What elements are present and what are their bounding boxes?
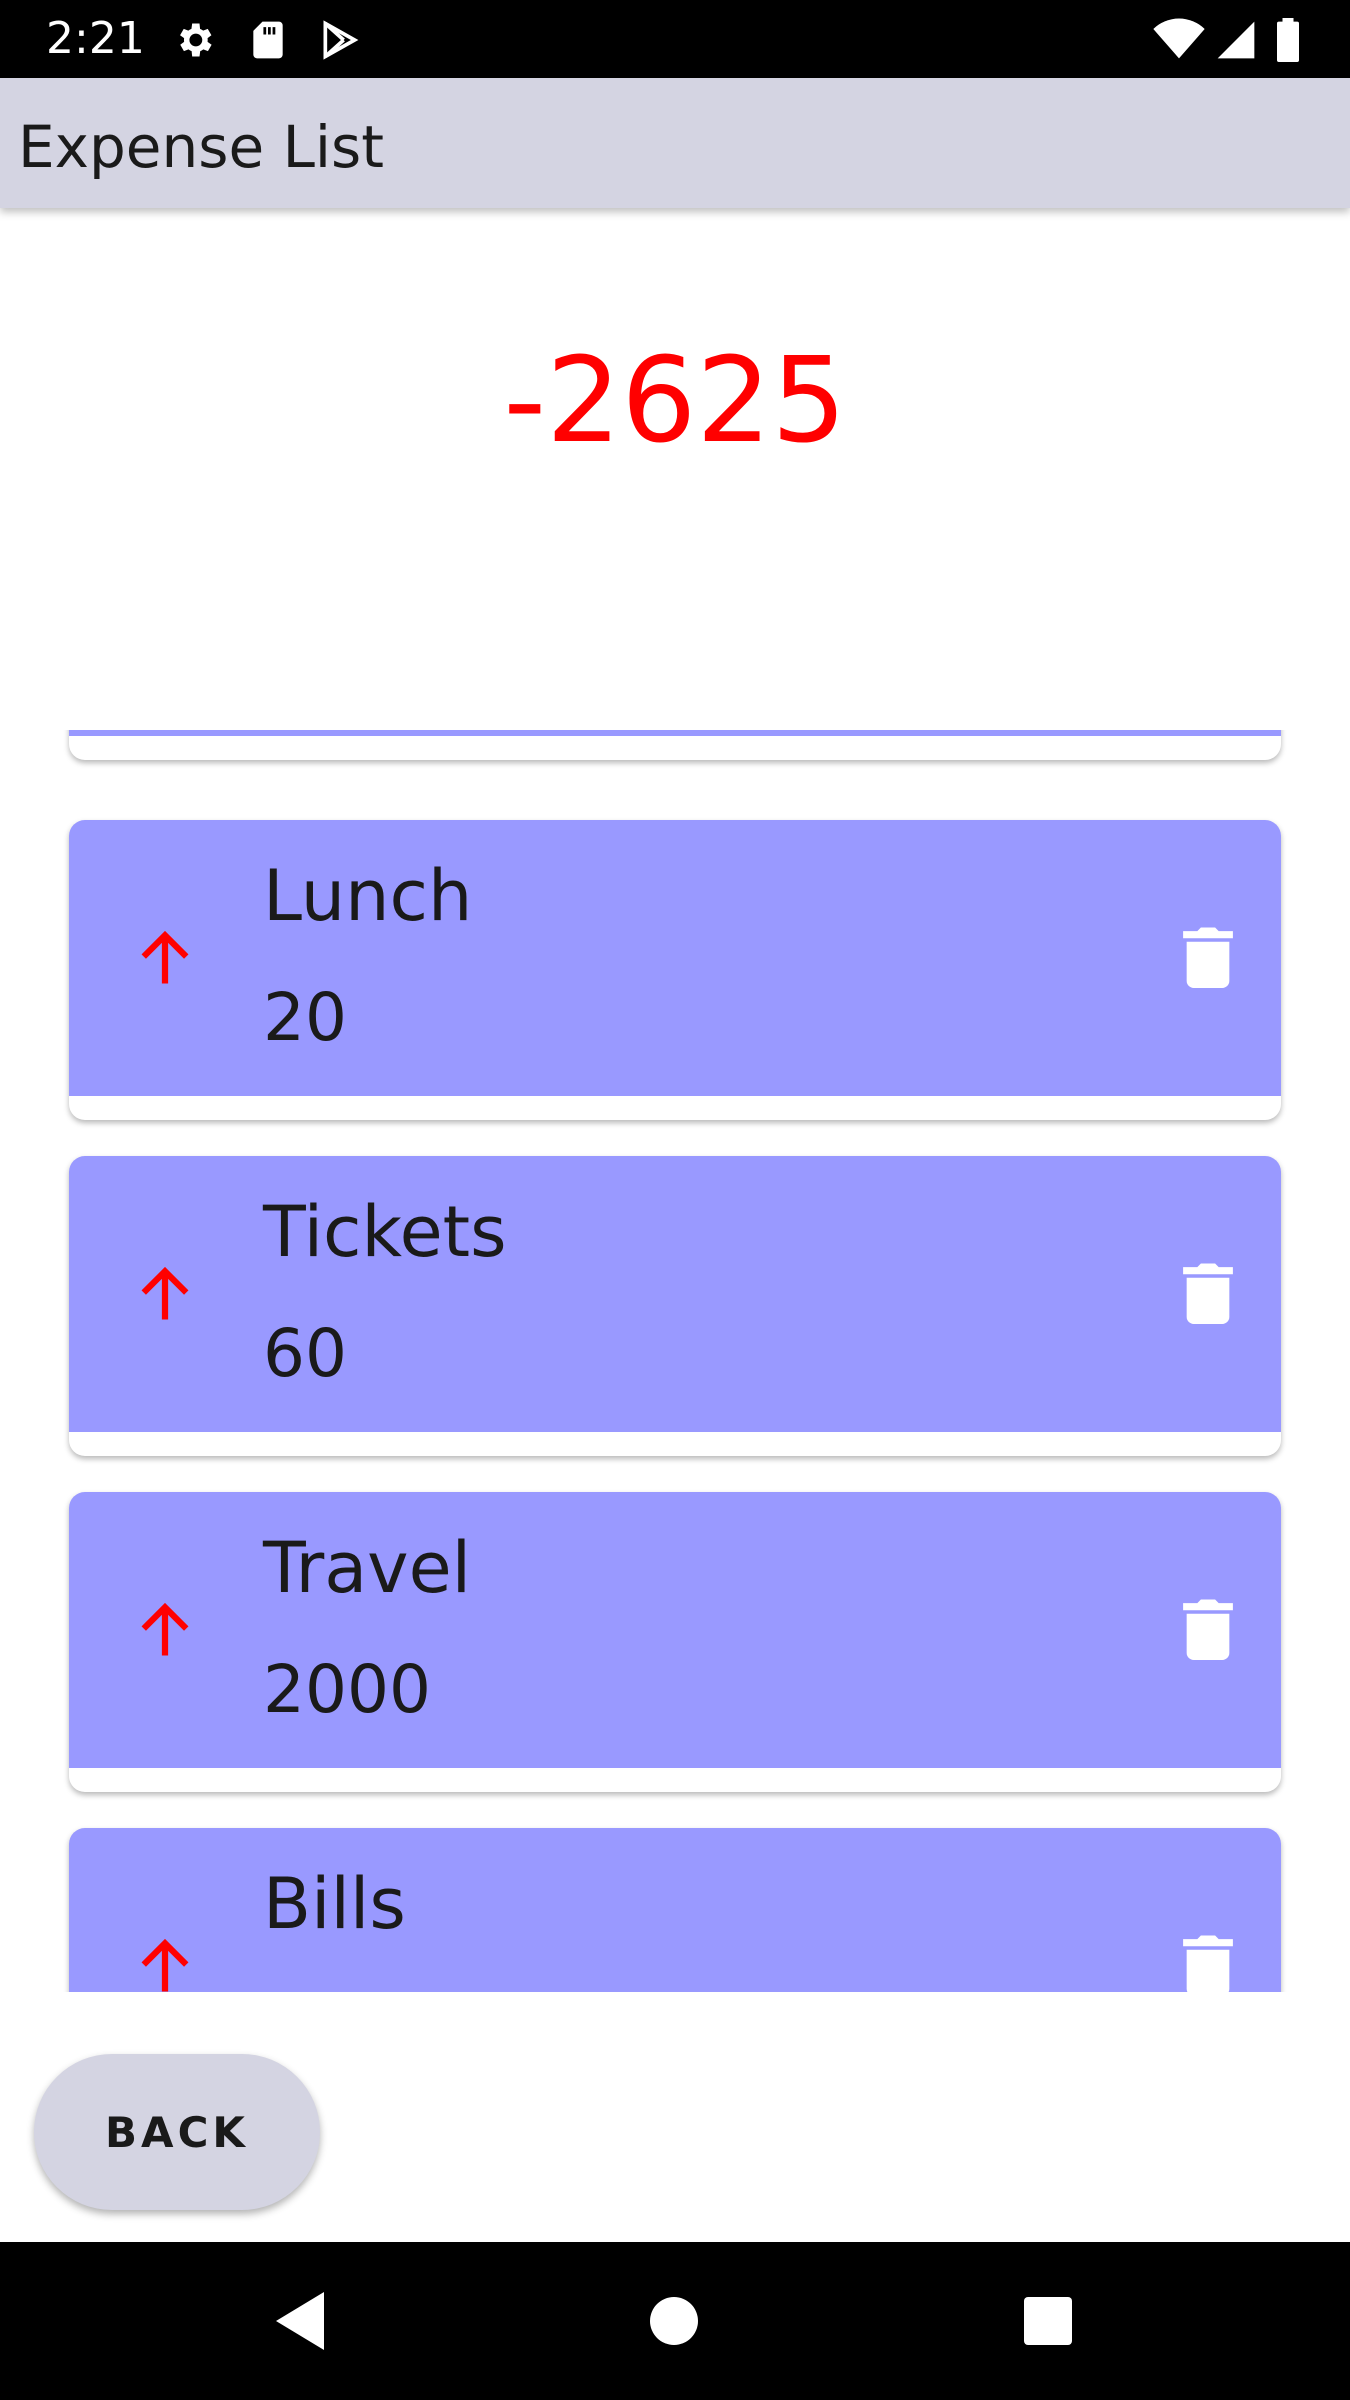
app-bar: Expense List	[0, 78, 1350, 208]
nav-back-icon[interactable]	[262, 2242, 342, 2400]
status-bar: 2:21	[0, 0, 1350, 78]
gear-icon	[180, 23, 212, 57]
page-title: Expense List	[18, 113, 384, 181]
expense-card[interactable]: Bills	[69, 1828, 1281, 1992]
nav-recents-icon[interactable]	[1008, 2242, 1088, 2400]
arrow-up-icon	[141, 930, 189, 984]
expense-card[interactable]: Travel 2000	[69, 1492, 1281, 1792]
nav-home-icon[interactable]	[634, 2242, 714, 2400]
arrow-up-icon	[141, 1938, 189, 1992]
expense-card[interactable]: Lunch 20	[69, 820, 1281, 1120]
play-store-icon	[323, 20, 359, 60]
expense-list[interactable]: Lunch 20 Tickets 60 Travel 2000 Bills	[0, 730, 1350, 1992]
expense-name: Lunch	[263, 855, 473, 937]
expense-card[interactable]: Tickets 60	[69, 1156, 1281, 1456]
expense-card-body	[69, 730, 1281, 736]
expense-card-body: Travel 2000	[69, 1492, 1281, 1768]
expense-amount: 20	[263, 979, 347, 1056]
total-balance: -2625	[503, 331, 847, 469]
delete-icon[interactable]	[1183, 1932, 1233, 1992]
sd-card-icon	[253, 21, 283, 59]
expense-card-body: Tickets 60	[69, 1156, 1281, 1432]
expense-card[interactable]	[69, 730, 1281, 760]
delete-icon[interactable]	[1183, 1596, 1233, 1660]
system-nav-bar	[0, 2242, 1350, 2400]
arrow-up-icon	[141, 1602, 189, 1656]
wifi-icon	[1153, 18, 1205, 59]
delete-icon[interactable]	[1183, 924, 1233, 988]
expense-amount: 60	[263, 1315, 347, 1392]
arrow-up-icon	[141, 1266, 189, 1320]
back-button[interactable]: BACK	[34, 2054, 320, 2210]
expense-name: Travel	[263, 1527, 472, 1609]
expense-name: Bills	[263, 1863, 406, 1945]
expense-name: Tickets	[263, 1191, 507, 1273]
expense-amount: 2000	[263, 1651, 431, 1728]
delete-icon[interactable]	[1183, 1260, 1233, 1324]
signal-icon	[1217, 21, 1255, 59]
expense-card-body: Bills	[69, 1828, 1281, 1992]
battery-icon	[1277, 18, 1299, 62]
status-time: 2:21	[46, 13, 145, 64]
expense-card-body: Lunch 20	[69, 820, 1281, 1096]
